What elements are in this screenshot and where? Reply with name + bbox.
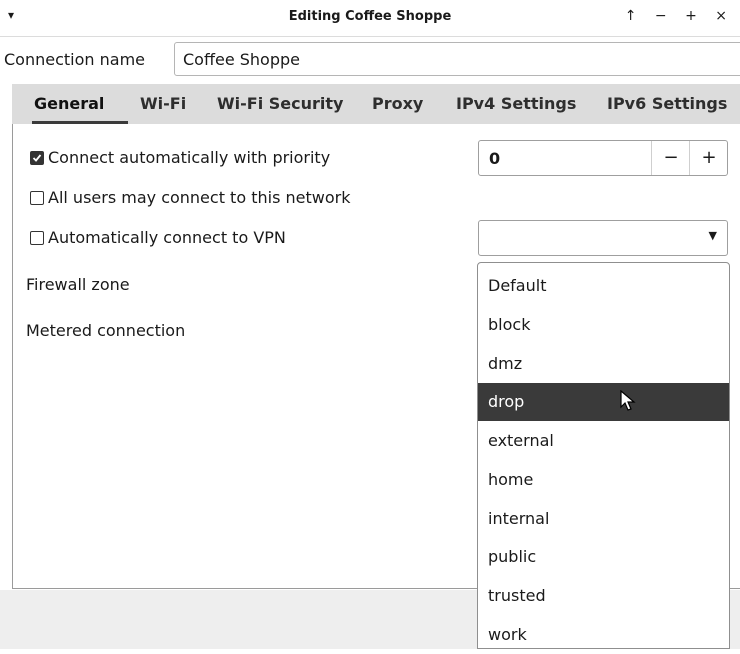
- auto-vpn-label: Automatically connect to VPN: [48, 228, 286, 247]
- dropdown-option-default[interactable]: Default: [478, 267, 729, 305]
- auto-connect-checkbox[interactable]: [30, 150, 44, 165]
- all-users-option[interactable]: All users may connect to this network: [30, 188, 350, 207]
- title-bar: ▾ Editing Coffee Shoppe ↑ − + ×: [0, 0, 740, 37]
- vpn-select[interactable]: ▼: [478, 220, 728, 256]
- all-users-label: All users may connect to this network: [48, 188, 351, 207]
- dropdown-option-internal[interactable]: internal: [478, 500, 729, 538]
- tab-bar: General Wi-Fi Wi-Fi Security Proxy IPv4 …: [12, 84, 740, 125]
- dropdown-option-drop[interactable]: drop: [478, 383, 729, 421]
- checkmark-icon: [32, 153, 42, 162]
- mouse-pointer-icon: [620, 390, 636, 411]
- all-users-checkbox[interactable]: [30, 190, 44, 205]
- priority-increment-button[interactable]: +: [689, 141, 728, 175]
- tab-ipv6-settings[interactable]: IPv6 Settings: [607, 94, 727, 113]
- tab-general[interactable]: General: [34, 94, 104, 113]
- tab-proxy[interactable]: Proxy: [372, 94, 423, 113]
- metered-connection-label: Metered connection: [26, 321, 186, 340]
- window-controls[interactable]: ↑ − + ×: [625, 8, 734, 24]
- dropdown-option-block[interactable]: block: [478, 306, 729, 344]
- dropdown-option-public[interactable]: public: [478, 538, 729, 576]
- dropdown-option-home[interactable]: home: [478, 461, 729, 499]
- dropdown-option-external[interactable]: external: [478, 422, 729, 460]
- connection-name-label: Connection name: [4, 50, 145, 69]
- priority-decrement-button[interactable]: −: [651, 141, 690, 175]
- tab-wifi-security[interactable]: Wi-Fi Security: [217, 94, 343, 113]
- connection-name-row: Connection name Coffee Shoppe: [0, 38, 740, 82]
- priority-value[interactable]: 0: [489, 149, 500, 168]
- firewall-zone-dropdown-list: Default block dmz drop external home int…: [477, 262, 730, 649]
- tab-ipv4-settings[interactable]: IPv4 Settings: [456, 94, 576, 113]
- chevron-down-icon: ▼: [708, 229, 717, 242]
- tab-wifi[interactable]: Wi-Fi: [140, 94, 186, 113]
- dropdown-option-trusted[interactable]: trusted: [478, 577, 729, 615]
- auto-vpn-checkbox[interactable]: [30, 230, 44, 245]
- dropdown-option-dmz[interactable]: dmz: [478, 345, 729, 383]
- priority-spinbox[interactable]: 0 − +: [478, 140, 728, 176]
- auto-connect-label: Connect automatically with priority: [48, 148, 331, 167]
- dropdown-option-work[interactable]: work: [478, 616, 729, 654]
- auto-vpn-option[interactable]: Automatically connect to VPN: [30, 228, 286, 247]
- connection-name-input[interactable]: Coffee Shoppe: [174, 42, 740, 76]
- auto-connect-option[interactable]: Connect automatically with priority: [30, 148, 330, 167]
- firewall-zone-label: Firewall zone: [26, 275, 130, 294]
